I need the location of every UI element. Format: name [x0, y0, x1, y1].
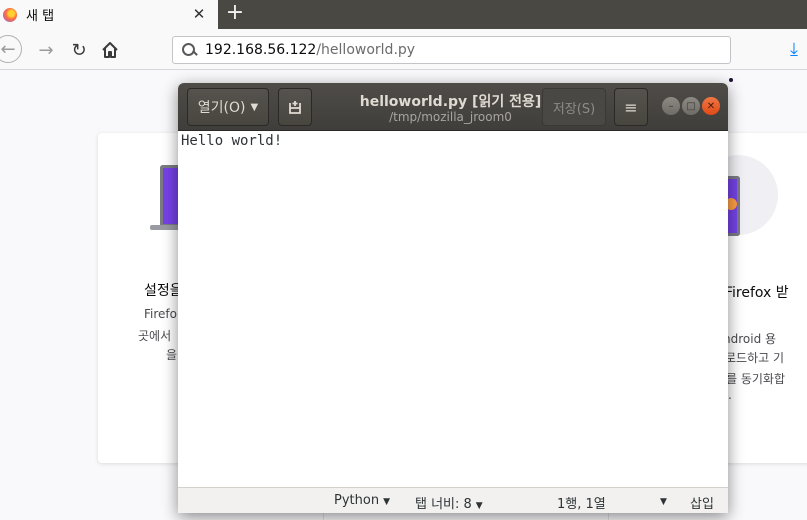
- text-editor-area[interactable]: Hello world!: [178, 131, 728, 487]
- save-button[interactable]: 저장(S): [542, 88, 606, 126]
- download-icon: ⤓: [790, 39, 798, 60]
- window-subtitle: /tmp/mozilla_jroom0: [389, 110, 512, 124]
- insert-mode[interactable]: 삽입: [690, 493, 714, 512]
- editor-line[interactable]: Hello world!: [181, 133, 282, 149]
- language-label: Python: [334, 493, 380, 508]
- caret-down-icon: ▼: [660, 497, 667, 507]
- window-title: helloworld.py [읽기 전용]: [359, 94, 542, 110]
- new-document-button[interactable]: [278, 88, 312, 126]
- card-left-text: 을: [166, 348, 178, 362]
- position-dropdown[interactable]: ▼: [656, 493, 667, 508]
- open-button[interactable]: 열기(O) ▼: [187, 88, 269, 126]
- forward-button[interactable]: →: [33, 37, 59, 63]
- decorative-dot: [729, 78, 733, 82]
- card-right-text: .: [728, 388, 732, 402]
- tab-new-tab[interactable]: 새 탭 ✕: [0, 0, 218, 29]
- url-bar[interactable]: 192.168.56.122/helloworld.py: [172, 36, 731, 64]
- firefox-icon: [3, 7, 17, 22]
- card-right-text: 로드하고 기: [725, 351, 785, 365]
- gedit-header-bar: 열기(O) ▼ helloworld.py [읽기 전용] /tmp/mozil…: [178, 83, 728, 131]
- hamburger-menu-button[interactable]: ≡: [614, 88, 648, 126]
- open-label: 열기(O): [197, 100, 246, 116]
- card-left-heading: 설정을: [144, 283, 183, 299]
- cursor-position[interactable]: 1행, 1열: [557, 493, 606, 512]
- tab-bar: 새 탭 ✕ +: [0, 0, 807, 29]
- tab-close-icon[interactable]: ✕: [189, 4, 209, 24]
- card-left-text: 곳에서: [138, 329, 172, 343]
- gedit-window: 열기(O) ▼ helloworld.py [읽기 전용] /tmp/mozil…: [178, 83, 728, 513]
- new-tab-button[interactable]: +: [223, 1, 247, 27]
- home-icon: [102, 42, 118, 58]
- arrow-left-icon: ←: [0, 38, 16, 60]
- nav-bar: ← → ↻ 192.168.56.122/helloworld.py ⤓: [0, 29, 807, 70]
- url-path: /helloworld.py: [316, 42, 416, 58]
- card-right-text: ndroid 용: [723, 332, 777, 346]
- card-left-text: Firefo: [144, 307, 177, 321]
- search-icon: [181, 42, 197, 58]
- minimize-icon: –: [668, 100, 674, 112]
- language-selector[interactable]: Python ▼: [334, 493, 390, 508]
- caret-down-icon: ▼: [383, 497, 390, 507]
- caret-down-icon: ▼: [475, 501, 483, 511]
- status-bar: Python ▼ 탭 너비: 8 ▼ 1행, 1열 ▼ 삽입: [178, 487, 728, 513]
- tab-title: 새 탭: [26, 9, 55, 24]
- maximize-button[interactable]: □: [682, 97, 700, 115]
- tab-width-selector[interactable]: 탭 너비: 8 ▼: [415, 493, 483, 512]
- hamburger-menu-icon: ≡: [624, 97, 638, 117]
- minimize-button[interactable]: –: [662, 97, 680, 115]
- caret-down-icon: ▼: [250, 101, 259, 113]
- close-icon: ✕: [706, 100, 716, 112]
- download-button[interactable]: ⤓: [782, 37, 806, 63]
- url-text[interactable]: 192.168.56.122/helloworld.py: [205, 42, 415, 58]
- new-document-icon: [289, 101, 301, 114]
- back-button[interactable]: ←: [0, 35, 22, 63]
- reload-icon: ↻: [71, 39, 87, 61]
- arrow-right-icon: →: [38, 39, 54, 61]
- url-host: 192.168.56.122: [205, 42, 317, 58]
- close-window-button[interactable]: ✕: [702, 97, 720, 115]
- tab-width-label: 탭 너비: 8: [415, 497, 472, 512]
- reload-button[interactable]: ↻: [66, 37, 92, 63]
- card-right-heading: Firefox 받: [725, 285, 789, 301]
- maximize-icon: □: [686, 100, 696, 112]
- home-button[interactable]: [97, 37, 123, 63]
- card-right-text: 를 동기화합: [726, 372, 786, 386]
